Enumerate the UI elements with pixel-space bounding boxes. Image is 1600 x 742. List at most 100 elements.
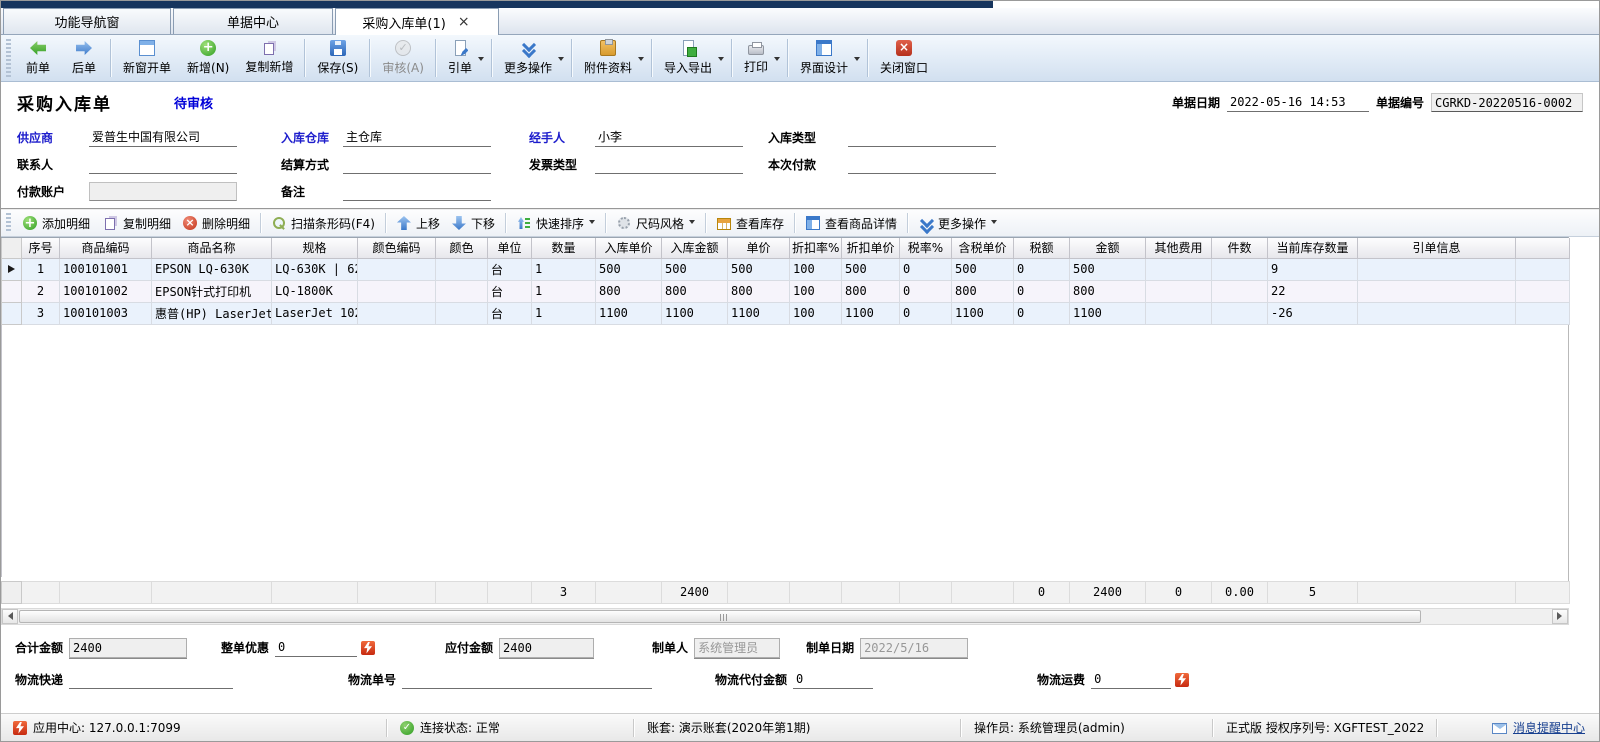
grid-cell[interactable]: 500 <box>1070 258 1146 280</box>
scrollbar-thumb[interactable] <box>19 610 1421 623</box>
tab-3[interactable]: 采购入库单(1)× <box>335 8 499 35</box>
new-window-doc-button[interactable]: 新窗开单 <box>115 37 179 80</box>
grid-cell[interactable] <box>358 302 436 324</box>
column-header[interactable]: 入库金额 <box>662 238 728 258</box>
grid-cell[interactable]: 500 <box>728 258 790 280</box>
save-button[interactable]: 保存(S) <box>309 37 366 80</box>
grid-cell[interactable] <box>1212 258 1268 280</box>
grid-cell[interactable]: 800 <box>596 280 662 302</box>
grid-cell[interactable]: 800 <box>1070 280 1146 302</box>
grid-cell[interactable]: 台 <box>488 302 532 324</box>
whole-discount-discount-button[interactable] <box>361 641 375 655</box>
grid-cell[interactable]: 0 <box>900 280 952 302</box>
grid-cell[interactable]: 100101003 <box>60 302 152 324</box>
column-header[interactable]: 商品编码 <box>60 238 152 258</box>
tab-2[interactable]: 单据中心 <box>173 8 333 34</box>
grid-cell[interactable]: 1 <box>532 280 596 302</box>
grid-cell[interactable]: -26 <box>1268 302 1358 324</box>
row-selector-cell[interactable] <box>2 302 22 324</box>
copy-detail-button[interactable]: 复制明细 <box>96 213 177 234</box>
grid-cell[interactable]: 500 <box>662 258 728 280</box>
grid-cell[interactable] <box>1146 302 1212 324</box>
move-up-button[interactable]: 上移 <box>391 213 446 234</box>
logistics-freight-field[interactable]: 0 <box>1091 670 1171 689</box>
view-product-detail-button[interactable]: 查看商品详情 <box>800 213 903 234</box>
column-header[interactable]: 商品名称 <box>152 238 272 258</box>
add-detail-button[interactable]: 添加明细 <box>17 213 96 234</box>
delete-detail-button[interactable]: 删除明细 <box>177 213 256 234</box>
grid-cell[interactable] <box>358 258 436 280</box>
grid-cell[interactable]: 1 <box>22 258 60 280</box>
grid-cell[interactable] <box>1146 280 1212 302</box>
print-button[interactable]: 打印 <box>736 37 784 80</box>
grid-cell[interactable]: 1100 <box>952 302 1014 324</box>
column-header[interactable]: 序号 <box>22 238 60 258</box>
column-header[interactable]: 颜色编码 <box>358 238 436 258</box>
column-header[interactable]: 税率% <box>900 238 952 258</box>
scroll-left-button[interactable] <box>2 609 18 624</box>
grid-cell[interactable]: 1100 <box>842 302 900 324</box>
inbound-type-field[interactable] <box>848 128 996 147</box>
grid-cell[interactable]: 500 <box>952 258 1014 280</box>
grid-cell[interactable]: 500 <box>596 258 662 280</box>
grid-cell[interactable]: 1100 <box>596 302 662 324</box>
grid-cell[interactable] <box>1358 280 1516 302</box>
grid-cell[interactable]: 800 <box>842 280 900 302</box>
column-header[interactable]: 当前库存数量 <box>1268 238 1358 258</box>
grid-cell[interactable]: 台 <box>488 280 532 302</box>
grid-cell[interactable] <box>1212 302 1268 324</box>
grid-cell[interactable]: 500 <box>842 258 900 280</box>
logistics-cod-amount-field[interactable]: 0 <box>793 670 873 689</box>
column-header[interactable]: 其他费用 <box>1146 238 1212 258</box>
audit-button[interactable]: 审核(A) <box>374 37 432 80</box>
more-actions-button[interactable]: 更多操作 <box>496 37 568 80</box>
grid-cell[interactable]: 1100 <box>662 302 728 324</box>
close-window-button[interactable]: 关闭窗口 <box>872 37 936 80</box>
warehouse-field[interactable]: 主仓库 <box>343 128 491 147</box>
copy-new-button[interactable]: 复制新增 <box>237 37 301 80</box>
pull-doc-button[interactable]: 引单 <box>440 37 488 80</box>
grid-cell[interactable]: 0 <box>900 302 952 324</box>
grid-cell[interactable]: 22 <box>1268 280 1358 302</box>
logistics-freight-discount-button[interactable] <box>1175 673 1189 687</box>
column-header[interactable]: 折扣单价 <box>842 238 900 258</box>
whole-discount-field[interactable]: 0 <box>275 638 357 657</box>
logistics-express-field[interactable] <box>69 670 233 689</box>
grid-cell[interactable] <box>1212 280 1268 302</box>
column-header[interactable]: 规格 <box>272 238 358 258</box>
current-payment-field[interactable] <box>848 155 996 174</box>
more-detail-actions-button[interactable]: 更多操作 <box>913 213 1003 234</box>
prev-doc-button[interactable]: 前单 <box>15 37 61 80</box>
column-header[interactable]: 数量 <box>532 238 596 258</box>
grid-cell[interactable]: EPSON LQ-630K <box>152 258 272 280</box>
grid-cell[interactable]: 1100 <box>1070 302 1146 324</box>
grid-cell[interactable]: 1100 <box>728 302 790 324</box>
grid-cell[interactable]: 100 <box>790 280 842 302</box>
grid-cell[interactable] <box>436 258 488 280</box>
grid-cell[interactable]: 3 <box>22 302 60 324</box>
grid-cell[interactable]: 0 <box>900 258 952 280</box>
column-header[interactable]: 件数 <box>1212 238 1268 258</box>
row-selector-cell[interactable] <box>2 258 22 280</box>
grid-cell[interactable]: 100 <box>790 302 842 324</box>
column-header[interactable]: 颜色 <box>436 238 488 258</box>
grid-cell[interactable] <box>436 302 488 324</box>
grid-cell[interactable]: 100 <box>790 258 842 280</box>
next-doc-button[interactable]: 后单 <box>61 37 107 80</box>
grid-cell[interactable]: 2 <box>22 280 60 302</box>
grid-cell[interactable]: 0 <box>1014 258 1070 280</box>
row-selector-cell[interactable] <box>2 280 22 302</box>
column-header[interactable]: 税额 <box>1014 238 1070 258</box>
size-style-button[interactable]: 尺码风格 <box>611 213 701 234</box>
grid-cell[interactable] <box>1358 258 1516 280</box>
scan-barcode-button[interactable]: 扫描条形码(F4) <box>266 213 381 234</box>
grid-cell[interactable]: LaserJet 1020 <box>272 302 358 324</box>
column-header[interactable]: 引单信息 <box>1358 238 1516 258</box>
grid-cell[interactable] <box>1358 302 1516 324</box>
grid-cell[interactable] <box>358 280 436 302</box>
settlement-method-field[interactable] <box>343 155 491 174</box>
tab-close-icon[interactable]: × <box>456 16 472 28</box>
scroll-right-button[interactable] <box>1552 609 1568 624</box>
grid-cell[interactable]: EPSON针式打印机 <box>152 280 272 302</box>
grid-cell[interactable]: LQ-630K | 620K <box>272 258 358 280</box>
